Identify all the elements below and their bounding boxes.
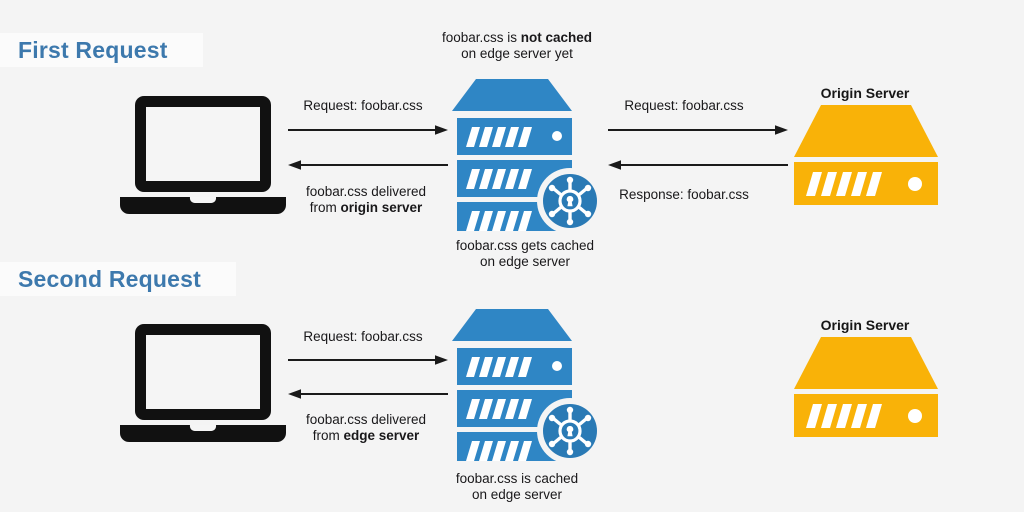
section-heading-first-request-label: First Request (18, 36, 168, 63)
label-edge-to-client-second-line2: from edge server (312, 428, 420, 443)
edge-server-note-above-line2: on edge server yet (461, 46, 573, 61)
edge-server-note-above-bold: not cached (520, 30, 593, 45)
arrow-edge-to-origin-first (608, 124, 788, 136)
label-edge-to-client-second-line1: foobar.css delivered (305, 412, 427, 427)
edge-server-note-below-second-line1: foobar.css is cached (455, 471, 579, 486)
client-laptop-second (118, 322, 288, 444)
label-client-to-edge-second: Request: foobar.css (303, 329, 423, 344)
edge-server-note-below-first-line1: foobar.css gets cached (455, 238, 595, 253)
label-edge-to-client-first-line2: from origin server (309, 200, 423, 215)
origin-server-second (791, 337, 941, 437)
label-edge-to-client-first-bold: origin server (340, 200, 423, 215)
edge-server-note-above-line1: foobar.css is not cached (441, 30, 593, 45)
arrow-client-to-edge-first (288, 124, 448, 136)
label-edge-to-client-second: foobar.css delivered from edge server (306, 412, 426, 444)
label-edge-to-client-first-line1: foobar.css delivered (305, 184, 427, 199)
origin-server-title-second: Origin Server (820, 317, 910, 333)
section-heading-second-request-label: Second Request (18, 265, 202, 292)
client-laptop-first (118, 94, 288, 216)
arrow-edge-to-client-second (288, 388, 448, 400)
origin-server-first (791, 105, 941, 205)
label-origin-to-edge-first: Response: foobar.css (619, 187, 749, 202)
edge-server-note-below-first: foobar.css gets cached on edge server (456, 238, 594, 270)
arrow-origin-to-edge-first (608, 159, 788, 171)
edge-server-note-below-first-line2: on edge server (479, 254, 571, 269)
cdn-caching-diagram: First Request foobar.css is not cached o… (0, 0, 1024, 512)
label-edge-to-origin-first: Request: foobar.css (624, 98, 744, 113)
arrow-edge-to-client-first (288, 159, 448, 171)
label-edge-to-client-second-bold: edge server (343, 428, 420, 443)
section-heading-second-request: Second Request (0, 262, 236, 296)
edge-server-note-above: foobar.css is not cached on edge server … (442, 30, 592, 62)
edge-server-second (444, 309, 604, 461)
origin-server-title-first: Origin Server (820, 85, 910, 101)
arrow-client-to-edge-second (288, 354, 448, 366)
label-client-to-edge-first: Request: foobar.css (303, 98, 423, 113)
edge-server-note-below-second: foobar.css is cached on edge server (456, 471, 578, 503)
edge-server-first (444, 79, 604, 231)
edge-server-note-below-second-line2: on edge server (471, 487, 563, 502)
section-heading-first-request: First Request (0, 33, 203, 67)
label-edge-to-client-first: foobar.css delivered from origin server (306, 184, 426, 216)
